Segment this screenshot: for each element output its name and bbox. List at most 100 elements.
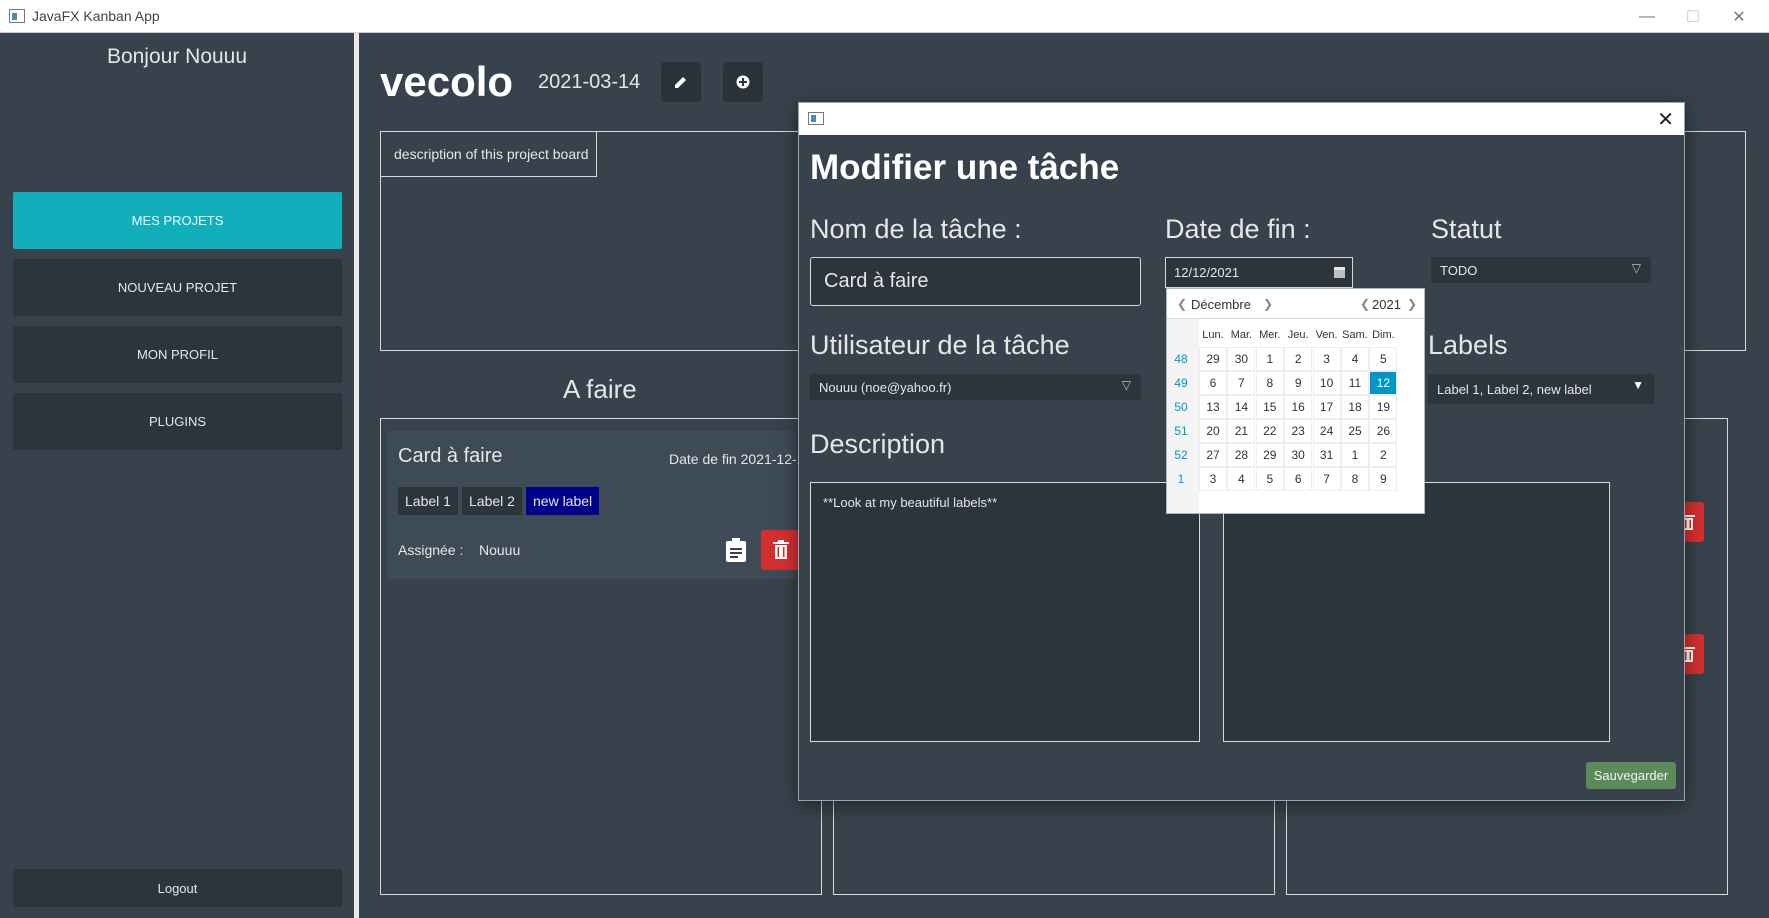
calendar-day[interactable]: 1	[1341, 443, 1369, 467]
labels-label: Labels	[1428, 330, 1508, 360]
card-due-date: Date de fin 2021-12-1	[669, 451, 805, 467]
calendar-day[interactable]: 9	[1369, 467, 1398, 491]
calendar-day[interactable]: 14	[1227, 395, 1256, 419]
calendar-day[interactable]: 30	[1227, 347, 1256, 371]
weekday-header: Sam.	[1342, 329, 1368, 341]
weekday-header: Dim.	[1372, 329, 1395, 341]
nav-plugins[interactable]: PLUGINS	[13, 393, 342, 450]
calendar-day[interactable]: 13	[1199, 395, 1227, 419]
pencil-icon	[675, 77, 686, 88]
calendar-day[interactable]: 1	[1255, 347, 1284, 371]
assigned-user: Nouuu	[479, 542, 521, 558]
label-chip: Label 1	[398, 487, 458, 515]
calendar-day[interactable]: 30	[1284, 443, 1313, 467]
calendar-day[interactable]: 28	[1227, 443, 1256, 467]
date-picker-popup: ❮ Décembre ❯ ❮ 2021 ❯ Lun. Mar. Mer. Jeu. Ve…	[1166, 288, 1425, 514]
prev-year-icon[interactable]: ❮	[1360, 297, 1370, 311]
calendar-day[interactable]: 31	[1312, 443, 1341, 467]
add-column-button[interactable]	[723, 62, 763, 102]
calendar-month: Décembre	[1191, 297, 1251, 312]
calendar-day[interactable]: 12	[1369, 371, 1398, 395]
dialog-heading: Modifier une tâche	[810, 148, 1120, 187]
calendar-day[interactable]: 5	[1255, 467, 1284, 491]
next-year-icon[interactable]: ❯	[1407, 297, 1417, 311]
nav-nouveau-projet[interactable]: NOUVEAU PROJET	[13, 259, 342, 316]
end-date-value: 12/12/2021	[1174, 265, 1240, 280]
calendar-day[interactable]: 26	[1369, 419, 1398, 443]
calendar-day[interactable]: 11	[1341, 371, 1369, 395]
edit-card-button[interactable]	[718, 530, 754, 570]
calendar-day[interactable]: 17	[1312, 395, 1341, 419]
edit-project-button[interactable]	[661, 62, 701, 102]
calendar-day[interactable]: 4	[1227, 467, 1256, 491]
close-button[interactable]: ✕	[1716, 0, 1762, 33]
maximize-button[interactable]: ☐	[1670, 0, 1716, 33]
greeting: Bonjour Nouuu	[106, 45, 248, 68]
task-name-label: Nom de la tâche :	[810, 214, 1022, 244]
assigned-label: Assignée :	[398, 542, 464, 558]
calendar-day[interactable]: 22	[1255, 419, 1284, 443]
dialog-titlebar: ✕	[799, 103, 1684, 135]
calendar-day[interactable]: 8	[1341, 467, 1369, 491]
calendar-day[interactable]: 27	[1199, 443, 1227, 467]
prev-month-icon[interactable]: ❮	[1177, 297, 1187, 311]
calendar-day[interactable]: 21	[1227, 419, 1256, 443]
week-number: 52	[1174, 448, 1188, 462]
calendar-day[interactable]: 9	[1284, 371, 1313, 395]
calendar-day[interactable]: 20	[1199, 419, 1227, 443]
calendar-header: ❮ Décembre ❯ ❮ 2021 ❯	[1167, 289, 1424, 319]
calendar-day[interactable]: 18	[1341, 395, 1369, 419]
calendar-day[interactable]: 15	[1255, 395, 1284, 419]
calendar-day[interactable]: 2	[1369, 443, 1398, 467]
labels-value: Label 1, Label 2, new label	[1437, 381, 1592, 397]
calendar-day[interactable]: 7	[1227, 371, 1256, 395]
sidebar	[0, 33, 354, 918]
week-number: 1	[1177, 472, 1185, 486]
calendar-day[interactable]: 24	[1312, 419, 1341, 443]
calendar-day[interactable]: 29	[1199, 347, 1227, 371]
calendar-day[interactable]: 8	[1255, 371, 1284, 395]
calendar-day[interactable]: 6	[1284, 467, 1313, 491]
calendar-icon[interactable]	[1334, 267, 1345, 278]
week-number: 48	[1174, 352, 1188, 366]
weekday-header: Mar.	[1230, 329, 1253, 341]
task-name-input[interactable]: Card à faire	[810, 257, 1141, 306]
calendar-day[interactable]: 7	[1312, 467, 1341, 491]
calendar-day[interactable]: 10	[1312, 371, 1341, 395]
app-icon	[9, 9, 25, 23]
calendar-day[interactable]: 5	[1369, 347, 1398, 371]
dialog-close-button[interactable]: ✕	[1657, 107, 1674, 132]
description-label: Description	[810, 429, 946, 459]
nav-mes-projets[interactable]: MES PROJETS	[13, 192, 342, 249]
calendar-day[interactable]: 2	[1284, 347, 1313, 371]
end-date-input[interactable]: 12/12/2021	[1165, 257, 1353, 288]
next-month-icon[interactable]: ❯	[1263, 297, 1273, 311]
description-preview	[1223, 482, 1610, 742]
calendar-day[interactable]: 19	[1369, 395, 1398, 419]
trash-icon	[773, 540, 789, 559]
calendar-day[interactable]: 23	[1284, 419, 1313, 443]
calendar-day[interactable]: 25	[1341, 419, 1369, 443]
delete-card-button[interactable]	[761, 530, 801, 570]
label-chip: new label	[526, 487, 600, 515]
save-button[interactable]: Sauvegarder	[1586, 762, 1676, 789]
calendar-day[interactable]: 6	[1199, 371, 1227, 395]
dropdown-arrow-icon: ▼	[1632, 378, 1644, 392]
calendar-day[interactable]: 16	[1284, 395, 1313, 419]
status-value: TODO	[1440, 262, 1478, 278]
minimize-button[interactable]: —	[1624, 0, 1670, 33]
label-chip: Label 2	[462, 487, 522, 515]
week-number: 50	[1174, 400, 1188, 414]
nav-mon-profil[interactable]: MON PROFIL	[13, 326, 342, 383]
task-user-select[interactable]: Nouuu (noe@yahoo.fr) ▽	[810, 374, 1141, 400]
labels-select[interactable]: Label 1, Label 2, new label ▼	[1428, 374, 1654, 404]
logout-button[interactable]: Logout	[13, 869, 342, 907]
calendar-day[interactable]: 3	[1312, 347, 1341, 371]
calendar-day[interactable]: 29	[1255, 443, 1284, 467]
status-select[interactable]: TODO ▽	[1431, 257, 1651, 283]
sidebar-divider	[354, 33, 359, 918]
end-date-label: Date de fin :	[1165, 214, 1311, 244]
description-input[interactable]: **Look at my beautiful labels**	[810, 482, 1200, 742]
calendar-day[interactable]: 3	[1199, 467, 1227, 491]
calendar-day[interactable]: 4	[1341, 347, 1369, 371]
